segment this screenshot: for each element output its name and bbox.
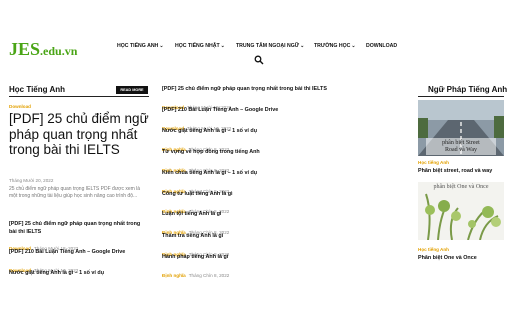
nav-label: HỌC TIẾNG NHẬT — [175, 43, 220, 49]
list-item-title[interactable]: Thảm tra tiếng Anh là gì — [162, 233, 223, 239]
section-divider — [9, 96, 149, 97]
featured-date: Tháng Mười 20, 2022 — [9, 178, 54, 183]
list-item-title[interactable]: Kiến chúa tiếng Anh là gì – 1 số ví dụ — [162, 170, 257, 176]
list-item-meta: Định nghĩa Tháng Chín 8, 2022 — [162, 264, 229, 282]
nav-label: TRUNG TÂM NGOẠI NGỮ — [236, 43, 300, 49]
post-thumbnail[interactable] — [418, 182, 504, 240]
card-category[interactable]: Học tiếng Anh — [418, 247, 449, 252]
nav-label: TRƯỜNG HỌC — [314, 43, 351, 49]
nav-hoc-tieng-anh[interactable]: HỌC TIẾNG ANH⌄ — [117, 43, 164, 49]
nav-hoc-tieng-nhat[interactable]: HỌC TIẾNG NHẬT⌄ — [175, 43, 225, 49]
list-item-title[interactable]: Từ vựng về hợp đồng trong tiếng Anh — [162, 149, 260, 155]
nav-download[interactable]: DOWNLOAD — [366, 43, 397, 49]
list-item-title[interactable]: Công tư luật tiếng Anh là gì — [162, 191, 232, 197]
nav-label: DOWNLOAD — [366, 43, 398, 49]
list-item-title[interactable]: Nước giặt tiếng Anh là gì – 1 số ví dụ — [9, 270, 104, 276]
logo-domain: .edu.vn — [40, 44, 78, 58]
list-item[interactable]: [PDF] 25 chủ điểm ngữ pháp quan trọng nh… — [9, 220, 149, 236]
chevron-down-icon: ⌄ — [300, 43, 305, 49]
search-icon[interactable] — [254, 52, 264, 65]
chevron-down-icon: ⌄ — [159, 43, 164, 49]
logo-main: JES — [9, 39, 41, 59]
list-item-date: Tháng Chín 8, 2022 — [188, 273, 230, 278]
list-item-title[interactable]: Luận tội tiếng Anh là gì — [162, 211, 221, 217]
list-item-title[interactable]: Nước giặt tiếng Anh là gì – 1 số ví dụ — [162, 128, 257, 134]
section-title-ngu-phap: Ngữ Pháp Tiếng Anh — [428, 85, 508, 94]
list-item-category[interactable]: Định nghĩa — [162, 273, 186, 278]
thumbnail-caption: phân biệt One và Once — [433, 184, 489, 190]
thumbnail-caption: phân biệt Street Road và Way — [442, 140, 480, 153]
chevron-down-icon: ⌄ — [220, 43, 225, 49]
card-title[interactable]: Phân biệt street, road và way — [418, 168, 492, 174]
site-logo[interactable]: JES.edu.vn — [9, 40, 77, 59]
nav-label: HỌC TIẾNG ANH — [117, 43, 159, 49]
section-divider — [418, 96, 504, 97]
section-title-hoc-tieng-anh: Học Tiếng Anh — [9, 85, 65, 94]
list-item-title[interactable]: [PDF] 25 chủ điểm ngữ pháp quan trọng nh… — [162, 86, 327, 92]
nav-truong-hoc[interactable]: TRƯỜNG HỌC⌄ — [314, 43, 356, 49]
featured-category[interactable]: Download — [9, 104, 31, 109]
list-item-title[interactable]: Hành pháp tiếng Anh là gì — [162, 254, 228, 260]
featured-excerpt: 25 chủ điểm ngữ pháp quan trọng IELTS PD… — [9, 186, 141, 199]
list-item-title[interactable]: [PDF] 25 chủ điểm ngữ pháp quan trọng nh… — [9, 220, 149, 236]
card-category[interactable]: Học tiếng Anh — [418, 160, 449, 165]
read-more-button[interactable]: READ MORE — [116, 86, 148, 94]
list-item-title[interactable]: [PDF] 210 Bài Luận Tiếng Anh – Google Dr… — [9, 249, 125, 255]
list-item-title[interactable]: [PDF] 210 Bài Luận Tiếng Anh – Google Dr… — [162, 107, 278, 113]
card-title[interactable]: Phân biệt One và Once — [418, 255, 477, 261]
featured-title[interactable]: [PDF] 25 chủ điểm ngữ pháp quan trọng nh… — [9, 111, 149, 158]
chevron-down-icon: ⌄ — [351, 43, 356, 49]
nav-trung-tam-ngoai-ngu[interactable]: TRUNG TÂM NGOẠI NGỮ⌄ — [236, 43, 304, 49]
